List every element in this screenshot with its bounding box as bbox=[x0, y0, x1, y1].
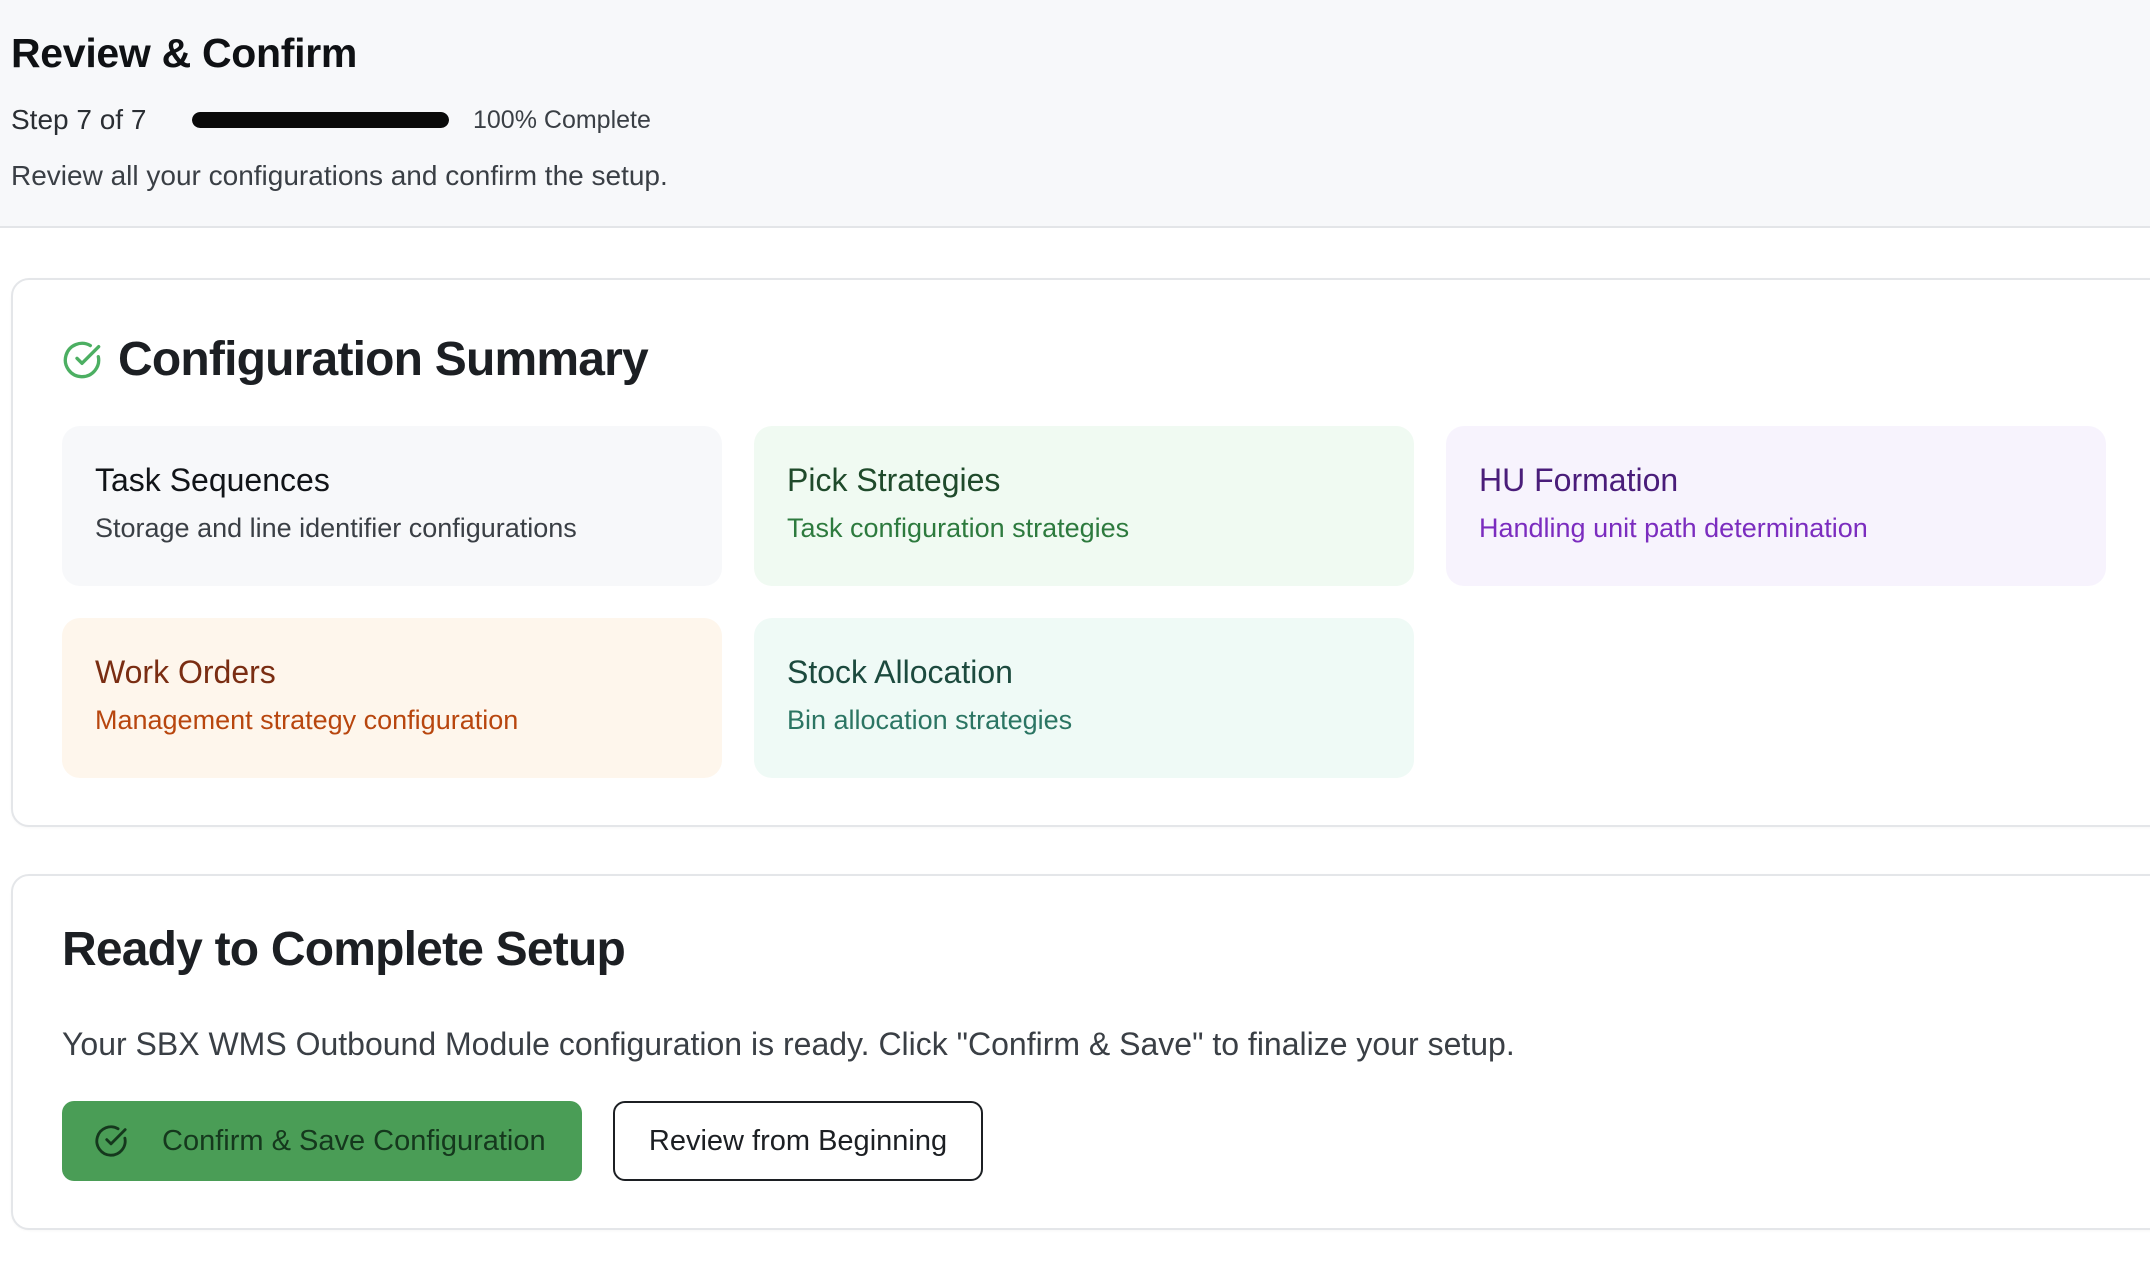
tile-title: Pick Strategies bbox=[787, 462, 1001, 498]
page-title: Review & Confirm bbox=[11, 30, 358, 76]
summary-tile-task-sequences: Task Sequences Storage and line identifi… bbox=[62, 426, 722, 586]
check-circle-icon bbox=[62, 340, 102, 380]
step-label: Step 7 of 7 bbox=[11, 104, 147, 135]
tile-description: Management strategy configuration bbox=[95, 705, 519, 735]
tile-description: Bin allocation strategies bbox=[787, 705, 1073, 735]
summary-heading: Configuration Summary bbox=[62, 332, 649, 387]
tile-description: Task configuration strategies bbox=[787, 513, 1130, 543]
tile-description: Handling unit path determination bbox=[1479, 513, 1868, 543]
step-description: Review all your configurations and confi… bbox=[11, 160, 668, 191]
page-header: Review & Confirm Step 7 of 7 100% Comple… bbox=[0, 0, 2150, 228]
confirm-save-button[interactable]: Confirm & Save Configuration bbox=[62, 1101, 582, 1181]
progress-text: 100% Complete bbox=[473, 105, 651, 134]
summary-tile-pick-strategies: Pick Strategies Task configuration strat… bbox=[754, 426, 1414, 586]
summary-tile-work-orders: Work Orders Management strategy configur… bbox=[62, 618, 722, 778]
ready-to-complete-card: Ready to Complete Setup Your SBX WMS Out… bbox=[11, 874, 2150, 1230]
summary-tile-stock-allocation: Stock Allocation Bin allocation strategi… bbox=[754, 618, 1414, 778]
confirm-save-label: Confirm & Save Configuration bbox=[162, 1124, 546, 1157]
tile-title: Stock Allocation bbox=[787, 654, 1013, 690]
tile-title: Task Sequences bbox=[95, 462, 330, 498]
summary-tile-hu-formation: HU Formation Handling unit path determin… bbox=[1446, 426, 2106, 586]
ready-description: Your SBX WMS Outbound Module configurati… bbox=[62, 1026, 1515, 1062]
review-from-beginning-button[interactable]: Review from Beginning bbox=[613, 1101, 983, 1181]
check-circle-icon bbox=[94, 1124, 128, 1158]
step-progress: Step 7 of 7 100% Complete bbox=[11, 102, 651, 138]
progress-fill bbox=[192, 112, 449, 128]
tile-description: Storage and line identifier configuratio… bbox=[95, 513, 577, 543]
progress-bar bbox=[192, 112, 449, 128]
ready-title: Ready to Complete Setup bbox=[62, 923, 626, 976]
tile-title: Work Orders bbox=[95, 654, 276, 690]
summary-title: Configuration Summary bbox=[118, 333, 649, 386]
tile-title: HU Formation bbox=[1479, 462, 1679, 498]
configuration-summary-card: Configuration Summary Task Sequences Sto… bbox=[11, 278, 2150, 827]
